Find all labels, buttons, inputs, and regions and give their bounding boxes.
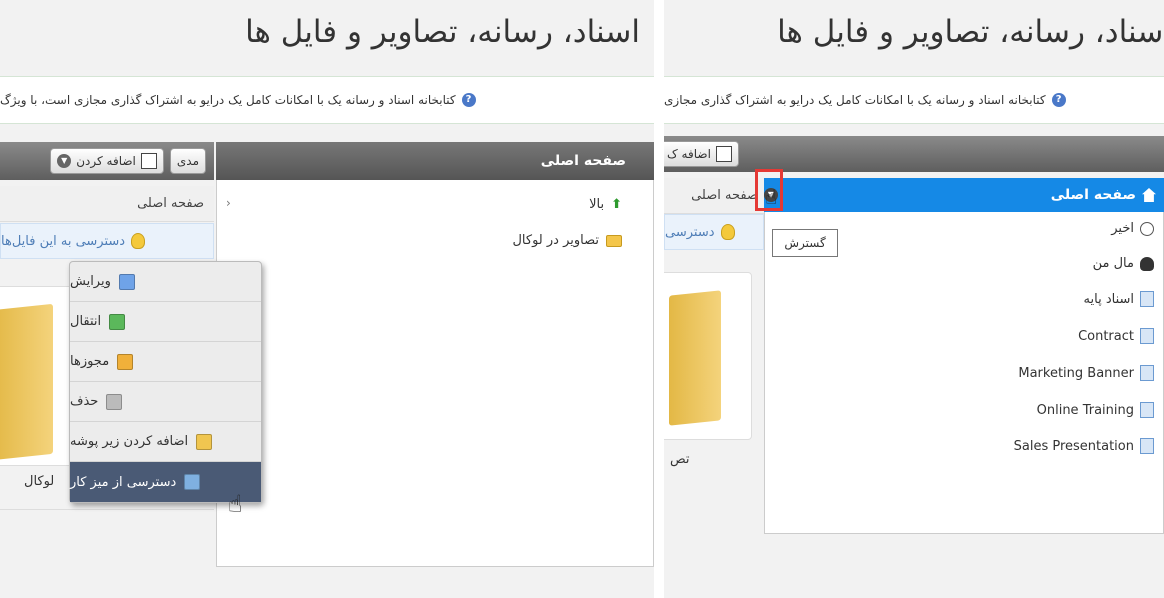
- move-icon: [109, 313, 126, 330]
- menu-item-label: ویرایش: [70, 274, 111, 289]
- tree-header[interactable]: صفحه اصلی: [216, 142, 654, 180]
- menu-item-label: انتقال: [70, 314, 102, 329]
- document-icon: [1140, 402, 1154, 418]
- menu-item-move[interactable]: انتقال: [70, 302, 261, 342]
- add-button-label: اضافه ک: [667, 147, 711, 161]
- tree-item-label: اسناد پایه: [1083, 291, 1134, 307]
- right-screenshot-panel: اسناد، رسانه، تصاویر و فایل ها ? کتابخان…: [664, 0, 1164, 598]
- page-title: اسناد، رسانه، تصاویر و فایل ها: [777, 14, 1164, 50]
- document-icon: [1140, 328, 1154, 344]
- tree-item-local-images[interactable]: تصاویر در لوکال: [512, 233, 622, 248]
- page-title: اسناد، رسانه، تصاویر و فایل ها: [245, 14, 640, 50]
- tree-item-marketing-banner[interactable]: Marketing Banner: [1018, 365, 1154, 381]
- add-button[interactable]: اضافه کردن ▼: [50, 148, 164, 174]
- folder-card[interactable]: [664, 272, 752, 440]
- tree-item-base-documents[interactable]: اسناد پایه: [1084, 291, 1154, 307]
- up-arrow-icon: ⬆: [611, 197, 622, 212]
- edit-icon: [118, 273, 135, 290]
- hand-cursor-icon: ☝: [765, 185, 778, 209]
- lightbulb-icon: [131, 233, 146, 249]
- manage-button-label: مدی: [176, 154, 199, 168]
- content-footer: [0, 509, 214, 567]
- breadcrumb: صفحه اصلی: [0, 186, 214, 222]
- select-all-checkbox[interactable]: [140, 153, 157, 169]
- tree-item-contract[interactable]: Contract: [1078, 328, 1154, 344]
- tree-item-mine[interactable]: مال من: [1093, 256, 1154, 271]
- help-icon: ?: [461, 93, 476, 107]
- document-icon: [1140, 438, 1154, 454]
- tree-item-label: صفحه اصلی: [1050, 187, 1136, 203]
- tree-item-label: Marketing Banner: [1018, 365, 1134, 381]
- tree-item-home-selected[interactable]: صفحه اصلی ▼: [764, 178, 1164, 212]
- info-text: کتابخانه اسناد و رسانه یک با امکانات کام…: [664, 93, 1046, 107]
- tip-text[interactable]: دسترسی به این فایل‌ها: [1, 234, 125, 249]
- chevron-right-icon[interactable]: ›: [226, 196, 231, 210]
- menu-item-add-subfolder[interactable]: اضافه کردن زیر پوشه: [70, 422, 261, 462]
- expand-tooltip: گسترش: [772, 229, 838, 257]
- trash-icon: [106, 393, 123, 410]
- tip-bar: دسترسی: [664, 214, 764, 250]
- help-icon: ?: [1051, 93, 1066, 107]
- tree-item-label: Sales Presentation: [1013, 438, 1134, 454]
- permissions-icon: [117, 353, 134, 370]
- add-button[interactable]: اضافه ک: [664, 141, 739, 167]
- tree-item-label: Online Training: [1036, 402, 1134, 418]
- lightbulb-icon: [720, 224, 735, 240]
- manage-button[interactable]: مدی: [169, 148, 206, 174]
- menu-item-label: مجوزها: [70, 354, 110, 369]
- clock-icon: [1140, 221, 1154, 236]
- context-menu: ویرایش انتقال مجوزها حذف اضافه کردن زیر …: [69, 261, 262, 503]
- menu-item-edit[interactable]: ویرایش: [70, 262, 261, 302]
- toolbar: [664, 136, 1164, 172]
- home-icon: [1142, 188, 1156, 202]
- chevron-down-icon: ▼: [57, 154, 72, 168]
- document-icon: [1140, 291, 1154, 307]
- content-toolbar: اضافه کردن ▼ مدی: [0, 142, 214, 180]
- folder-thumbnail-icon: [669, 290, 721, 426]
- add-button-label: اضافه کردن: [76, 154, 136, 168]
- left-screenshot-panel: اسناد، رسانه، تصاویر و فایل ها ? کتابخان…: [0, 0, 654, 598]
- breadcrumb-home[interactable]: صفحه اصلی: [691, 188, 758, 203]
- document-icon: [1140, 365, 1154, 381]
- folder-icon: [606, 234, 622, 247]
- hand-cursor-icon: ☝: [228, 490, 243, 518]
- tree-item-label: بالا: [589, 197, 605, 212]
- folder-card-label: لوکال: [24, 474, 55, 489]
- menu-item-label: اضافه کردن زیر پوشه: [70, 434, 189, 449]
- select-all-checkbox[interactable]: [715, 146, 732, 162]
- menu-item-label: دسترسی از میز کار: [70, 474, 177, 490]
- breadcrumb-home[interactable]: صفحه اصلی: [137, 196, 204, 211]
- panel-divider: [654, 0, 664, 598]
- folder-card-label: تص: [670, 452, 690, 467]
- info-banner: ? کتابخانه اسناد و رسانه یک با امکانات ک…: [664, 76, 1164, 124]
- info-banner: ? کتابخانه اسناد و رسانه یک با امکانات ک…: [0, 76, 654, 124]
- tree-item-online-training[interactable]: Online Training: [1037, 402, 1154, 418]
- tip-bar: دسترسی به این فایل‌ها: [0, 223, 214, 259]
- desktop-access-icon: [184, 474, 201, 490]
- tree-item-label: Contract: [1078, 328, 1134, 344]
- add-subfolder-icon: [196, 433, 213, 450]
- menu-item-permissions[interactable]: مجوزها: [70, 342, 261, 382]
- folder-thumbnail-icon: [0, 303, 53, 461]
- tip-text[interactable]: دسترسی: [665, 225, 715, 240]
- user-icon: [1140, 256, 1154, 271]
- tree-item-label: تصاویر در لوکال: [512, 233, 599, 248]
- tree-item-recent[interactable]: اخیر: [1111, 221, 1154, 236]
- tree-item-label: مال من: [1092, 256, 1134, 271]
- tree-item-label: اخیر: [1111, 221, 1134, 236]
- menu-item-label: حذف: [70, 394, 99, 409]
- tree-item-sales-presentation[interactable]: Sales Presentation: [1014, 438, 1154, 454]
- info-text: کتابخانه اسناد و رسانه یک با امکانات کام…: [0, 93, 456, 107]
- breadcrumb: صفحه اصلی: [664, 178, 764, 214]
- tree-item-up[interactable]: ⬆ بالا: [589, 197, 622, 212]
- menu-item-delete[interactable]: حذف: [70, 382, 261, 422]
